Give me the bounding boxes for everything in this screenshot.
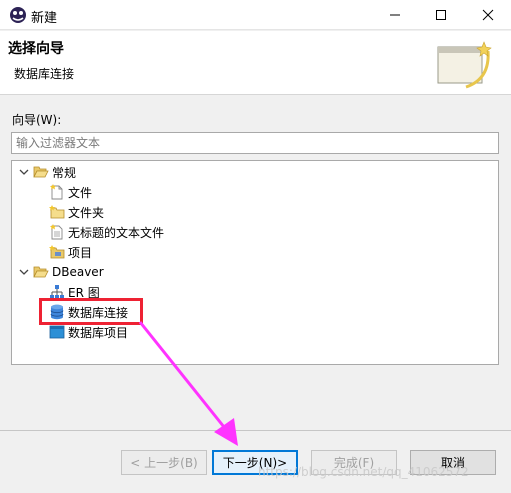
maximize-icon	[436, 10, 446, 20]
window-title: 新建	[31, 11, 58, 26]
tree-item-folder[interactable]: 文件夹	[49, 202, 104, 222]
back-button[interactable]: < 上一步(B)	[121, 450, 207, 475]
close-button[interactable]	[465, 0, 511, 30]
tree-item-label: 数据库连接	[68, 305, 129, 320]
tree-item-database-connection[interactable]: 数据库连接	[49, 302, 128, 322]
new-folder-icon	[49, 204, 65, 220]
wizard-header: 选择向导 数据库连接	[0, 31, 511, 95]
finish-button[interactable]: 完成(F)	[311, 450, 397, 475]
chevron-down-icon[interactable]	[18, 166, 30, 178]
cancel-button[interactable]: 取消	[410, 450, 496, 475]
tree-item-label: 数据库项目	[68, 325, 129, 340]
close-icon	[482, 9, 494, 21]
new-project-icon	[49, 244, 65, 260]
minimize-button[interactable]	[372, 0, 418, 30]
filter-input[interactable]	[11, 132, 499, 154]
minimize-icon	[390, 14, 400, 16]
er-diagram-icon	[49, 284, 65, 300]
new-wizard-banner-icon	[437, 41, 492, 89]
new-text-file-icon	[49, 224, 65, 240]
tree-item-label: 文件	[68, 185, 93, 200]
tree-item-database-project[interactable]: 数据库项目	[49, 322, 128, 342]
folder-open-icon	[33, 164, 49, 180]
page-title: 选择向导	[8, 41, 64, 57]
tree-item-untitled-text-file[interactable]: 无标题的文本文件	[49, 222, 164, 242]
tree-group-general[interactable]: 常规	[18, 162, 76, 182]
tree-group-dbeaver[interactable]: DBeaver	[18, 262, 104, 282]
tree-item-project[interactable]: 项目	[49, 242, 92, 262]
tree-item-er-diagram[interactable]: ER 图	[49, 282, 100, 302]
tree-item-label: 无标题的文本文件	[68, 225, 165, 240]
folder-open-icon	[33, 264, 49, 280]
tree-item-label: 文件夹	[68, 205, 105, 220]
footer-separator	[0, 430, 511, 431]
tree-group-label: 常规	[52, 165, 77, 180]
database-icon	[49, 304, 65, 320]
next-button[interactable]: 下一步(N)>	[212, 450, 298, 475]
wizard-label: 向导(W):	[12, 113, 62, 127]
database-project-icon	[49, 324, 65, 340]
maximize-button[interactable]	[418, 0, 464, 30]
tree-group-label: DBeaver	[52, 265, 104, 279]
tree-item-file[interactable]: 文件	[49, 182, 92, 202]
chevron-down-icon[interactable]	[18, 266, 30, 278]
title-bar: 新建	[0, 0, 511, 30]
tree-item-label: 项目	[68, 245, 93, 260]
new-file-icon	[49, 184, 65, 200]
tree-item-label: ER 图	[68, 285, 100, 300]
wizard-tree[interactable]: 常规 文件 文件夹 无标题的文本文件 项目 DBeaver ER 图 数据库连接…	[11, 160, 499, 365]
page-subtitle: 数据库连接	[14, 67, 75, 81]
eclipse-app-icon	[10, 7, 26, 23]
